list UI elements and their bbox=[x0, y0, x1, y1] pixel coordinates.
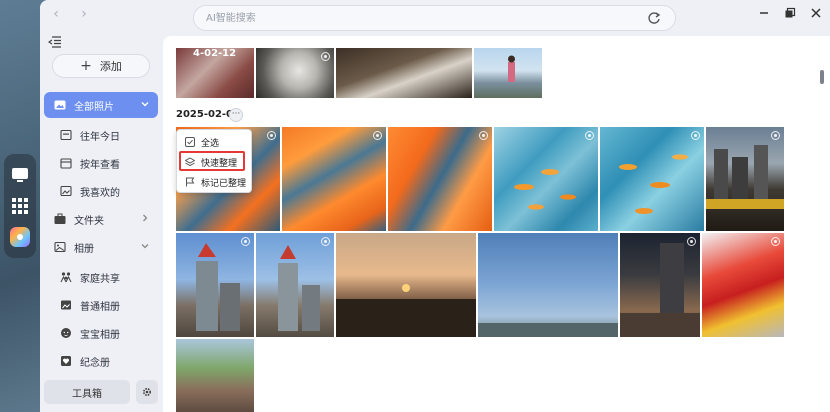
menu-item-label: 标记已整理 bbox=[201, 178, 247, 189]
sidebar-item-normal-album[interactable]: 普通相册 bbox=[44, 292, 158, 318]
briefcase-icon bbox=[54, 213, 66, 224]
sidebar-item-on-this-day[interactable]: 往年今日 bbox=[44, 122, 158, 148]
photo-thumbnail[interactable] bbox=[600, 127, 704, 231]
image-icon bbox=[60, 185, 72, 197]
desktop-dock bbox=[4, 154, 36, 258]
photo-thumbnail[interactable] bbox=[336, 233, 476, 337]
sidebar-item-label: 纪念册 bbox=[80, 357, 110, 369]
chevron-right-icon bbox=[143, 214, 148, 222]
collapse-sidebar-icon[interactable] bbox=[48, 36, 62, 48]
gear-icon bbox=[142, 387, 152, 397]
photo-thumbnail[interactable] bbox=[620, 233, 700, 337]
add-label: 添加 bbox=[99, 60, 122, 73]
menu-item-select-all[interactable]: 全选 bbox=[179, 133, 251, 151]
calendar-photo-icon bbox=[60, 129, 72, 141]
sidebar-item-memorial[interactable]: 纪念册 bbox=[44, 348, 158, 374]
add-button[interactable]: + 添加 bbox=[52, 54, 150, 78]
live-photo-icon bbox=[691, 131, 700, 140]
photos-app-icon[interactable] bbox=[10, 226, 30, 247]
restore-icon[interactable] bbox=[784, 7, 796, 19]
menu-item-mark-organized[interactable]: 标记已整理 bbox=[179, 173, 251, 191]
scrollbar-thumb[interactable] bbox=[820, 70, 824, 84]
sidebar-item-label: 文件夹 bbox=[74, 215, 104, 227]
highlight-box bbox=[179, 151, 245, 171]
forward-icon[interactable]: › bbox=[76, 6, 92, 22]
sidebar-item-label: 按年查看 bbox=[80, 159, 120, 171]
live-photo-icon bbox=[321, 52, 330, 61]
baby-icon bbox=[61, 328, 71, 338]
plus-icon: + bbox=[80, 58, 92, 74]
sidebar-item-baby-album[interactable]: 宝宝相册 bbox=[44, 320, 158, 346]
live-photo-icon bbox=[241, 237, 250, 246]
sidebar-item-label: 往年今日 bbox=[80, 131, 120, 143]
toolbox-button[interactable]: 工具箱 bbox=[44, 380, 130, 404]
sidebar-item-albums[interactable]: 相册 bbox=[44, 234, 158, 260]
album-icon bbox=[54, 241, 66, 253]
live-photo-icon bbox=[585, 131, 594, 140]
live-photo-icon bbox=[687, 237, 696, 246]
sidebar-item-folders[interactable]: 文件夹 bbox=[44, 206, 158, 232]
sidebar-item-label: 普通相册 bbox=[80, 301, 120, 313]
photo-thumbnail[interactable] bbox=[388, 127, 492, 231]
photo-thumbnail[interactable] bbox=[336, 48, 472, 98]
photo-thumbnail[interactable] bbox=[474, 48, 542, 98]
group-date-top: 4-02-12 bbox=[193, 48, 237, 59]
photo-thumbnail[interactable] bbox=[256, 233, 334, 337]
sidebar-item-label: 全部照片 bbox=[74, 101, 114, 113]
photo-grid: 4-02-12 2025-02-09 ··· bbox=[163, 36, 830, 412]
photo-thumbnail[interactable] bbox=[702, 233, 784, 337]
photo-thumbnail[interactable] bbox=[478, 233, 618, 337]
photo-thumbnail[interactable] bbox=[176, 339, 254, 412]
more-options-button[interactable]: ··· bbox=[229, 108, 243, 122]
live-photo-icon bbox=[373, 131, 382, 140]
photo-thumbnail[interactable] bbox=[494, 127, 598, 231]
photos-window: ‹ › + 添加 全部照片 bbox=[40, 0, 830, 412]
family-icon bbox=[60, 272, 72, 283]
live-photo-icon bbox=[771, 237, 780, 246]
sidebar-item-label: 宝宝相册 bbox=[80, 329, 120, 341]
live-photo-icon bbox=[321, 237, 330, 246]
photo-thumbnail[interactable] bbox=[706, 127, 784, 231]
live-photo-icon bbox=[479, 131, 488, 140]
check-square-icon bbox=[185, 137, 195, 147]
flag-icon bbox=[186, 177, 195, 187]
sidebar-item-all-photos[interactable]: 全部照片 bbox=[44, 92, 158, 118]
sidebar-item-label: 相册 bbox=[74, 243, 94, 255]
photo-thumbnail[interactable] bbox=[256, 48, 334, 98]
app-grid-icon[interactable] bbox=[10, 196, 30, 216]
photo-icon bbox=[54, 100, 66, 110]
minimize-icon[interactable] bbox=[758, 7, 770, 19]
sidebar-item-family-share[interactable]: 家庭共享 bbox=[44, 264, 158, 290]
photo-thumbnail[interactable] bbox=[176, 233, 254, 337]
photo-thumbnail[interactable] bbox=[282, 127, 386, 231]
back-icon[interactable]: ‹ bbox=[48, 6, 64, 22]
sidebar-item-by-year[interactable]: 按年查看 bbox=[44, 150, 158, 176]
sidebar: + 添加 全部照片 往年今日 按年查看 我喜欢的 文件夹 相册 家庭共享 普通相… bbox=[40, 36, 162, 412]
sidebar-item-label: 我喜欢的 bbox=[80, 187, 120, 199]
chevron-down-icon bbox=[141, 102, 149, 107]
live-photo-icon bbox=[267, 131, 276, 140]
search-input[interactable] bbox=[194, 6, 614, 30]
sidebar-item-label: 家庭共享 bbox=[80, 273, 120, 285]
title-bar: ‹ › bbox=[40, 0, 830, 36]
monitor-icon[interactable] bbox=[10, 165, 30, 185]
album-icon bbox=[61, 300, 71, 310]
refresh-icon[interactable] bbox=[647, 11, 661, 25]
live-photo-icon bbox=[771, 131, 780, 140]
settings-button[interactable] bbox=[136, 380, 158, 404]
sidebar-item-favorites[interactable]: 我喜欢的 bbox=[44, 178, 158, 204]
close-icon[interactable] bbox=[810, 7, 822, 19]
chevron-down-icon bbox=[141, 244, 149, 249]
menu-item-label: 全选 bbox=[201, 138, 220, 149]
search-box[interactable] bbox=[193, 5, 676, 31]
heart-album-icon bbox=[61, 356, 71, 366]
calendar-icon bbox=[60, 158, 72, 169]
